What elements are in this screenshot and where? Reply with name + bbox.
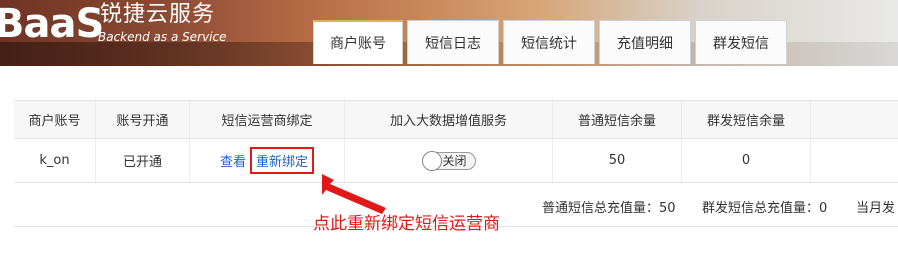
view-link[interactable]: 查看: [220, 151, 246, 170]
rebind-link[interactable]: 重新绑定: [256, 155, 308, 170]
tab-sms-stats[interactable]: 短信统计: [503, 20, 595, 64]
tab-sms-log[interactable]: 短信日志: [407, 20, 499, 64]
brand-logo: BaaS: [0, 1, 104, 47]
table-row: k_on 已开通 查看 重新绑定 关闭 50 0: [14, 139, 898, 183]
cell-status: 已开通: [96, 139, 190, 182]
cell-extra: [811, 139, 898, 182]
tab-group-sms[interactable]: 群发短信: [695, 20, 787, 64]
bigdata-toggle[interactable]: 关闭: [421, 150, 476, 171]
col-header-extra: [811, 101, 898, 138]
main-tabs: 商户账号 短信日志 短信统计 充值明细 群发短信: [313, 20, 791, 66]
col-header-bigdata: 加入大数据增值服务: [345, 101, 553, 138]
cell-account: k_on: [14, 139, 96, 182]
table-header-row: 商户账号 账号开通 短信运营商绑定 加入大数据增值服务 普通短信余量 群发短信余…: [14, 100, 898, 139]
cell-group-balance: 0: [682, 139, 811, 182]
col-header-carrier-binding: 短信运营商绑定: [190, 101, 345, 138]
group-total-text: 群发短信总充值量：0: [702, 201, 828, 216]
col-header-normal-balance: 普通短信余量: [553, 101, 682, 138]
normal-total-text: 普通短信总充值量：50: [542, 201, 676, 216]
merchant-table: 商户账号 账号开通 短信运营商绑定 加入大数据增值服务 普通短信余量 群发短信余…: [14, 100, 898, 183]
col-header-account: 商户账号: [14, 101, 96, 138]
brand-tagline: Backend as a Service: [98, 30, 227, 44]
tab-merchant-account[interactable]: 商户账号: [313, 20, 403, 64]
brand-cn-name: 锐捷云服务: [100, 2, 216, 27]
app-header: BaaS 锐捷云服务 Backend as a Service 商户账号 短信日…: [0, 0, 898, 66]
col-header-group-balance: 群发短信余量: [682, 101, 811, 138]
tab-recharge-detail[interactable]: 充值明细: [599, 20, 691, 64]
col-header-status: 账号开通: [96, 101, 190, 138]
toggle-knob: [421, 150, 442, 171]
cell-normal-balance: 50: [553, 139, 682, 182]
annotation-note: 点此重新绑定短信运营商: [313, 214, 500, 234]
month-total-text: 当月发: [856, 201, 896, 216]
toggle-label: 关闭: [442, 154, 467, 168]
